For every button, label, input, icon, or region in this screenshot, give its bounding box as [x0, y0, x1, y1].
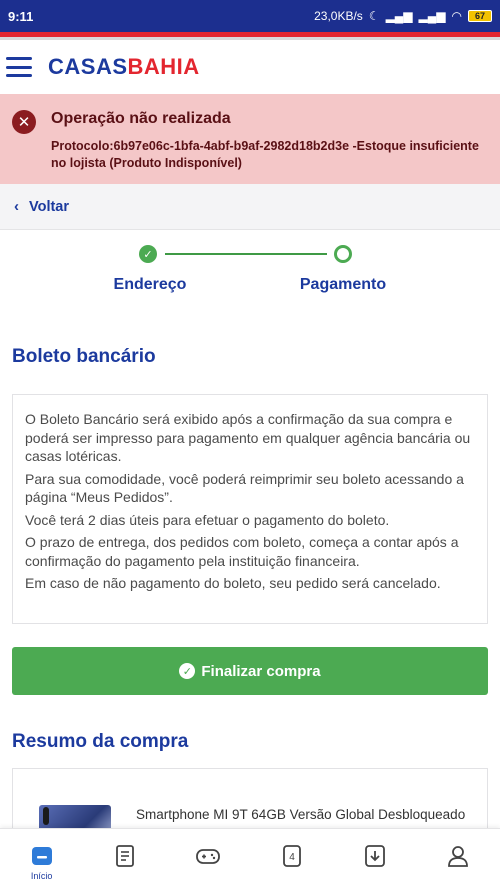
- download-icon: [365, 845, 385, 867]
- step-label-pagamento: Pagamento: [299, 276, 387, 293]
- error-title: Operação não realizada: [51, 110, 231, 127]
- boleto-paragraph: Em caso de não pagamento do boleto, seu …: [25, 575, 441, 591]
- wifi-icon: ◠: [451, 9, 462, 23]
- back-label: Voltar: [29, 198, 70, 215]
- home-icon: [31, 847, 52, 865]
- boleto-title: Boleto bancário: [12, 346, 156, 367]
- nav-games[interactable]: [167, 829, 250, 889]
- product-name: Smartphone MI 9T 64GB Versão Global Desb…: [136, 807, 466, 822]
- nav-orders[interactable]: [83, 829, 166, 889]
- battery-icon: 67: [468, 10, 492, 22]
- bottom-navigation: Início 4: [0, 828, 500, 889]
- error-banner: ✕ Operação não realizada Protocolo:6b97e…: [0, 94, 500, 184]
- logo-bahia: BAHIA: [127, 54, 200, 79]
- phone-camera-icon: [43, 807, 49, 825]
- checkout-stepper: ✓ Endereço Pagamento: [0, 240, 500, 310]
- step-label-endereco[interactable]: Endereço: [110, 276, 190, 294]
- nav-downloads[interactable]: [333, 829, 416, 889]
- finalize-purchase-button[interactable]: ✓ Finalizar compra: [12, 647, 488, 695]
- status-time: 9:11: [8, 8, 34, 24]
- check-circle-icon: ✓: [179, 663, 196, 679]
- chevron-left-icon: ‹: [14, 198, 19, 215]
- app-header: CASASBAHIA: [0, 40, 500, 94]
- back-link[interactable]: ‹ Voltar: [0, 184, 500, 230]
- step-done-check-icon: ✓: [139, 245, 157, 263]
- step-current-circle-icon: [334, 245, 352, 263]
- logo-casas: CASAS: [48, 54, 128, 79]
- step-connector: [165, 253, 327, 255]
- boleto-paragraph: Você terá 2 dias úteis para efetuar o pa…: [25, 511, 390, 528]
- boleto-paragraph: O Boleto Bancário será exibido após a co…: [25, 411, 471, 464]
- boleto-info-box: O Boleto Bancário será exibido após a co…: [12, 394, 488, 624]
- nav-account[interactable]: [417, 829, 500, 889]
- user-icon: [448, 846, 469, 867]
- boleto-paragraph: Para sua comodidade, você poderá reimpri…: [25, 470, 464, 506]
- casas-bahia-logo[interactable]: CASASBAHIA: [48, 54, 200, 80]
- signal-icon: ▂▄▆: [385, 9, 413, 23]
- cart-count-icon: 4: [282, 845, 301, 867]
- cart-count: 4: [289, 852, 295, 863]
- error-x-icon: ✕: [12, 110, 36, 134]
- moon-icon: ☾: [368, 9, 380, 23]
- gamepad-icon: [196, 849, 221, 864]
- hamburger-menu-icon[interactable]: [6, 57, 32, 77]
- status-bar: 9:11 23,0KB/s ☾ ▂▄▆ ▂▄▆ ◠ 67: [0, 0, 500, 32]
- nav-cart[interactable]: 4: [250, 829, 333, 889]
- boleto-paragraph: O prazo de entrega, dos pedidos com bole…: [25, 534, 459, 569]
- nav-home-label: Início: [30, 871, 53, 881]
- nav-home[interactable]: Início: [0, 829, 83, 889]
- resumo-title: Resumo da compra: [12, 731, 189, 752]
- error-message: Protocolo:6b97e06c-1bfa-4abf-b9af-2982d1…: [51, 139, 479, 170]
- signal-icon-2: ▂▄▆: [418, 9, 446, 23]
- network-speed: 23,0KB/s: [314, 9, 363, 23]
- document-list-icon: [116, 845, 134, 867]
- finalize-label: Finalizar compra: [201, 662, 321, 680]
- error-text: Operação não realizada Protocolo:6b97e06…: [51, 108, 481, 184]
- status-indicators: 23,0KB/s ☾ ▂▄▆ ▂▄▆ ◠ 67: [314, 9, 492, 23]
